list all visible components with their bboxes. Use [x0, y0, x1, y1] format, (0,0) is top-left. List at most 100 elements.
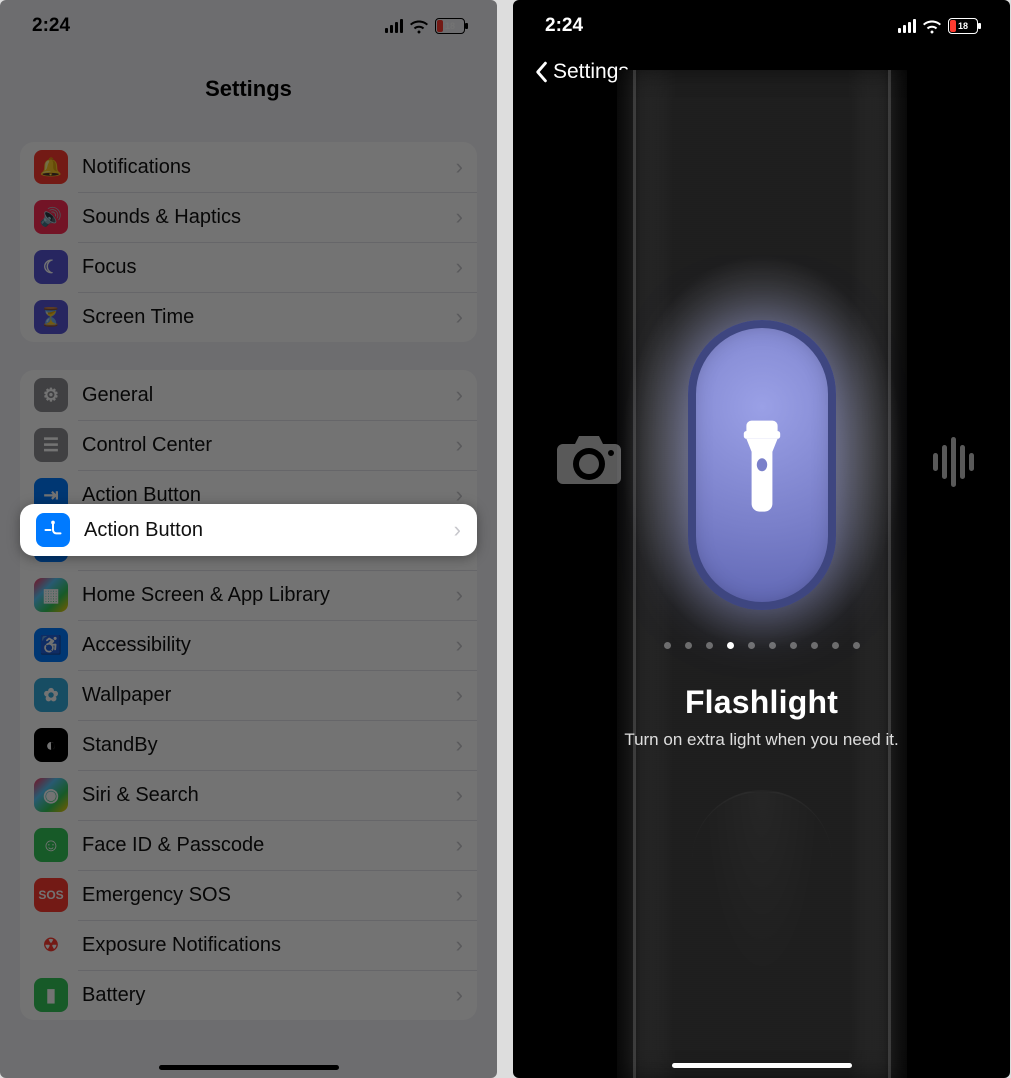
moon-icon: ☾	[34, 250, 68, 284]
settings-row[interactable]: ⚙ General›	[20, 370, 477, 420]
settings-row-label: Battery	[82, 984, 456, 1007]
chevron-right-icon: ›	[456, 204, 463, 230]
settings-row-label: StandBy	[82, 734, 456, 757]
chevron-right-icon: ›	[456, 632, 463, 658]
sos-icon: SOS	[34, 878, 68, 912]
settings-row[interactable]: 🔊 Sounds & Haptics›	[20, 192, 477, 242]
settings-row-label: Focus	[82, 256, 456, 279]
standby-icon: ◐	[34, 728, 68, 762]
settings-row[interactable]: 🔔 Notifications›	[20, 142, 477, 192]
settings-row[interactable]: ✿ Wallpaper›	[20, 670, 477, 720]
settings-row[interactable]: SOS Emergency SOS›	[20, 870, 477, 920]
wifi-icon	[409, 19, 429, 34]
page-dot[interactable]	[727, 642, 734, 649]
gear-icon: ⚙	[34, 378, 68, 412]
carousel-prev-option[interactable]	[553, 432, 625, 493]
chevron-right-icon: ›	[456, 254, 463, 280]
chevron-right-icon: ›	[456, 782, 463, 808]
page-dot[interactable]	[853, 642, 860, 649]
accessibility-icon: ♿	[34, 628, 68, 662]
bell-icon: 🔔	[34, 150, 68, 184]
settings-row-label: Home Screen & App Library	[82, 584, 456, 607]
battery-icon: ▮	[34, 978, 68, 1012]
settings-row-label: Siri & Search	[82, 784, 456, 807]
settings-row-action-button[interactable]: Action Button ›	[20, 504, 477, 556]
cellular-signal-icon	[385, 19, 403, 33]
chevron-right-icon: ›	[456, 732, 463, 758]
settings-row[interactable]: ☰Control Center›	[20, 420, 477, 470]
page-dot[interactable]	[769, 642, 776, 649]
action-button-carousel[interactable]: Flashlight Turn on extra light when you …	[513, 70, 1010, 1078]
chevron-right-icon: ›	[456, 832, 463, 858]
action-button-preview	[688, 320, 836, 610]
action-subtitle: Turn on extra light when you need it.	[513, 730, 1010, 750]
settings-row-label: Screen Time	[82, 306, 456, 329]
exposure-icon: ☢	[34, 928, 68, 962]
settings-row[interactable]: ▦ Home Screen & App Library›	[20, 570, 477, 620]
settings-row-label: Wallpaper	[82, 684, 456, 707]
carousel-next-option[interactable]	[933, 432, 974, 492]
settings-row[interactable]: ◐ StandBy›	[20, 720, 477, 770]
page-dot[interactable]	[832, 642, 839, 649]
faceid-icon: ☺	[34, 828, 68, 862]
chevron-right-icon: ›	[456, 154, 463, 180]
settings-row-label: Sounds & Haptics	[82, 206, 456, 229]
flower-icon: ✿	[34, 678, 68, 712]
page-dot[interactable]	[811, 642, 818, 649]
settings-row[interactable]: ☾ Focus›	[20, 242, 477, 292]
settings-row-label: Face ID & Passcode	[82, 834, 456, 857]
home-indicator[interactable]	[159, 1065, 339, 1070]
settings-screen: 2:24 18 Settings 🔔Notifications›🔊Sounds …	[0, 0, 497, 1078]
siri-icon: ◉	[34, 778, 68, 812]
silent-mode-icon	[933, 437, 974, 487]
camera-icon	[553, 432, 625, 488]
settings-group-1: 🔔Notifications›🔊Sounds & Haptics›☾Focus›…	[20, 142, 477, 342]
page-dot[interactable]	[706, 642, 713, 649]
status-bar: 2:24 18	[513, 0, 1010, 52]
settings-row-label: Accessibility	[82, 634, 456, 657]
battery-indicator: 18	[435, 18, 465, 34]
action-button-config-screen: 2:24 18 Settings	[513, 0, 1010, 1078]
page-dot[interactable]	[748, 642, 755, 649]
flashlight-icon	[736, 418, 788, 512]
settings-row[interactable]: ☺ Face ID & Passcode›	[20, 820, 477, 870]
hourglass-icon: ⏳	[34, 300, 68, 334]
settings-row-label: Exposure Notifications	[82, 934, 456, 957]
chevron-right-icon: ›	[456, 382, 463, 408]
status-time: 2:24	[545, 15, 583, 37]
chevron-right-icon: ›	[456, 582, 463, 608]
chevron-right-icon: ›	[456, 682, 463, 708]
chevron-right-icon: ›	[456, 982, 463, 1008]
settings-row[interactable]: ▮ Battery›	[20, 970, 477, 1020]
page-indicator[interactable]	[513, 642, 1010, 649]
settings-row[interactable]: ☢ Exposure Notifications›	[20, 920, 477, 970]
settings-row[interactable]: ♿ Accessibility›	[20, 620, 477, 670]
home-indicator[interactable]	[672, 1063, 852, 1068]
cellular-signal-icon	[898, 19, 916, 33]
chevron-right-icon: ›	[456, 304, 463, 330]
status-time: 2:24	[32, 15, 70, 37]
chevron-right-icon: ›	[456, 932, 463, 958]
action-title: Flashlight	[513, 684, 1010, 721]
speaker-icon: 🔊	[34, 200, 68, 234]
page-dot[interactable]	[685, 642, 692, 649]
settings-row-label: Control Center	[82, 434, 456, 457]
settings-group-2: ⚙General›☰Control Center›⇥Action Button›…	[20, 370, 477, 1020]
settings-row[interactable]: ◉ Siri & Search›	[20, 770, 477, 820]
settings-row-label: Notifications	[82, 156, 456, 179]
battery-indicator: 18	[948, 18, 978, 34]
status-bar: 2:24 18	[0, 0, 497, 52]
page-dot[interactable]	[664, 642, 671, 649]
grid-icon: ▦	[34, 578, 68, 612]
settings-row-label: Emergency SOS	[82, 884, 456, 907]
settings-row-label: Action Button	[84, 519, 454, 542]
settings-row-label: General	[82, 384, 456, 407]
switches-icon: ☰	[34, 428, 68, 462]
action-button-icon	[36, 513, 70, 547]
settings-row[interactable]: ⏳ Screen Time›	[20, 292, 477, 342]
chevron-right-icon: ›	[456, 882, 463, 908]
page-dot[interactable]	[790, 642, 797, 649]
wifi-icon	[922, 19, 942, 34]
button-reflection	[692, 790, 832, 1020]
chevron-right-icon: ›	[454, 517, 461, 543]
